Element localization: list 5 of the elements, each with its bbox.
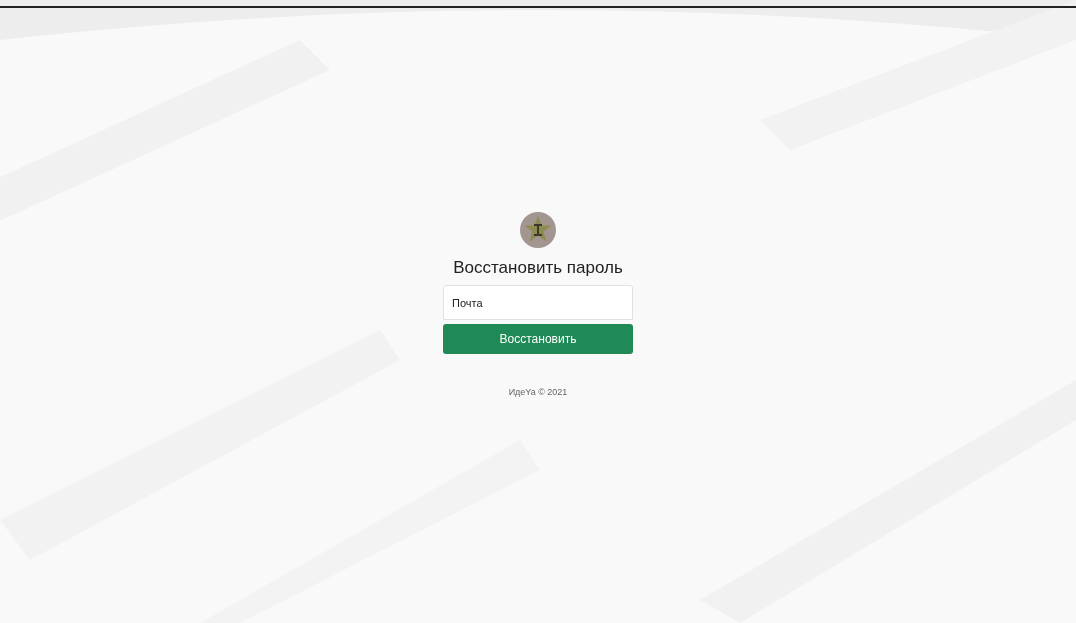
- restore-button[interactable]: Восстановить: [443, 324, 633, 354]
- email-field[interactable]: Почта: [443, 285, 633, 320]
- logo-icon: [520, 212, 556, 248]
- footer-text: ИдеYa © 2021: [508, 386, 568, 399]
- form-title: Восстановить пароль: [453, 257, 623, 279]
